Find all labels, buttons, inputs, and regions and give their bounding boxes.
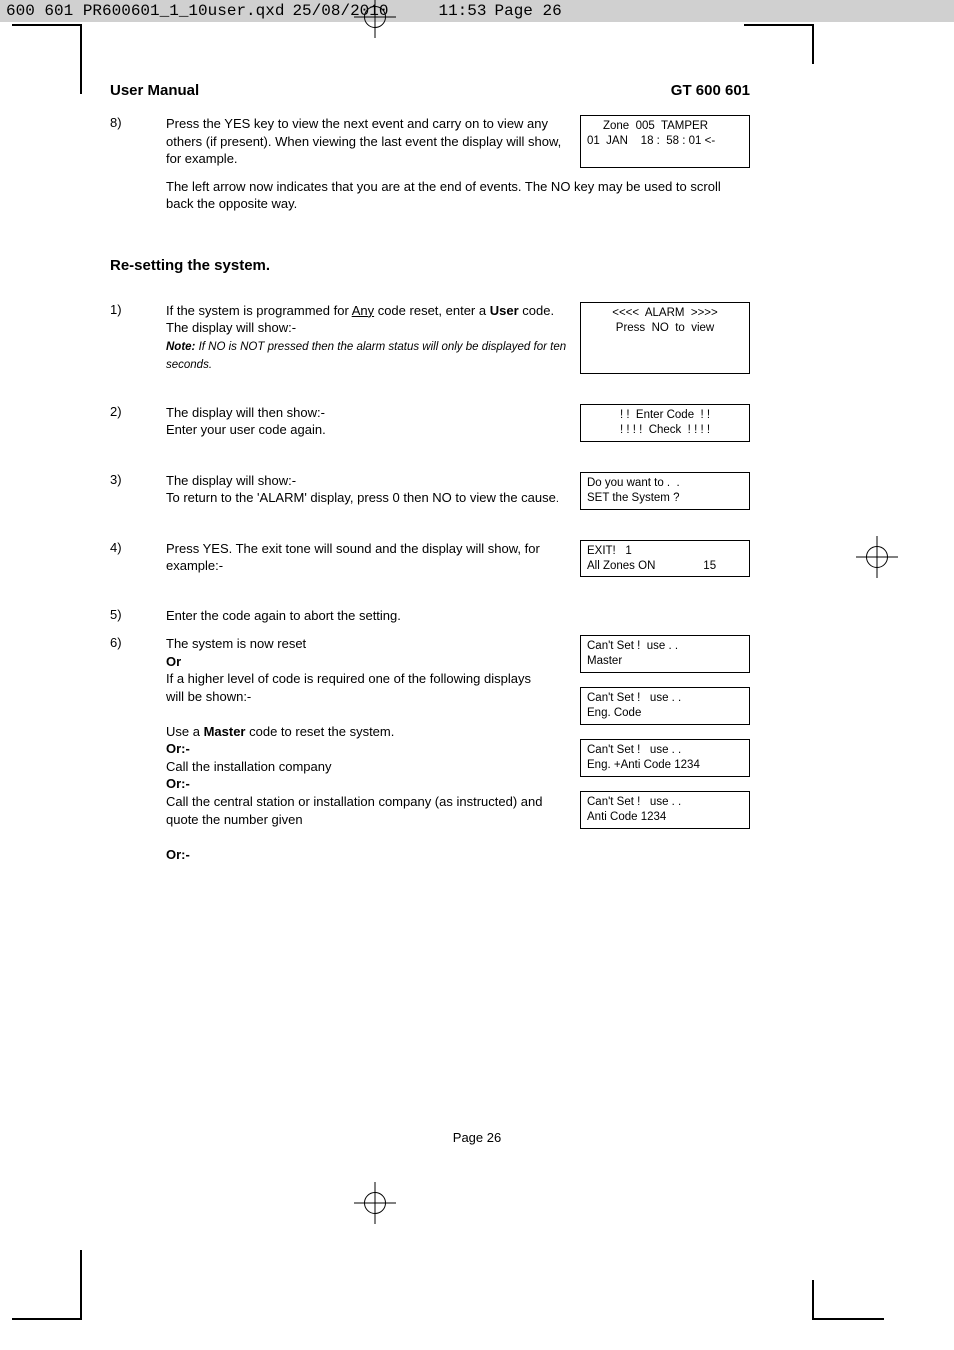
step8-para1: Press the YES key to view the next event…: [166, 116, 561, 166]
lcd-display: <<<< ALARM >>>> Press NO to view: [580, 302, 750, 374]
step-number: 2): [110, 404, 166, 442]
t: code reset, enter a: [374, 303, 490, 318]
step-3: 3) The display will show:- To return to …: [110, 472, 750, 510]
step-text: The system is now reset Or If a higher l…: [166, 635, 555, 863]
step-text: Press YES. The exit tone will sound and …: [166, 540, 580, 578]
t: Call the installation company: [166, 759, 331, 774]
lcd-display: ! ! Enter Code ! ! ! ! ! ! Check ! ! ! !: [580, 404, 750, 442]
crop-mark: [80, 24, 82, 94]
crop-mark: [744, 24, 814, 26]
step-text: If the system is programmed for Any code…: [166, 302, 580, 374]
or-label: Or:-: [166, 776, 190, 791]
slug-filename: 600 601 PR600601_1_10user.qxd: [6, 2, 284, 20]
header-right: GT 600 601: [671, 82, 750, 99]
step8-para2: The left arrow now indicates that you ar…: [166, 178, 750, 213]
step-number: 3): [110, 472, 166, 510]
slug-bar: 600 601 PR600601_1_10user.qxd 25/08/2010…: [0, 0, 954, 22]
lcd-display: Zone 005 TAMPER 01 JAN 18 : 58 : 01 <-: [580, 115, 750, 168]
note-text: If NO is NOT pressed then the alarm stat…: [166, 341, 566, 372]
step-number: 8): [110, 115, 166, 168]
t: The display will show:- To return to the…: [166, 473, 556, 506]
step-1: 1) If the system is programmed for Any c…: [110, 302, 750, 374]
crop-mark: [814, 1318, 884, 1320]
page-number: Page 26: [0, 1130, 954, 1145]
t: User: [490, 303, 519, 318]
t: If the system is programmed for: [166, 303, 352, 318]
page-content: User Manual GT 600 601 8) Press the YES …: [110, 82, 750, 863]
step-text: The display will then show:- Enter your …: [166, 404, 580, 442]
registration-mark-icon: [860, 540, 894, 574]
slug-page: Page 26: [494, 2, 561, 20]
or-label: Or: [166, 654, 181, 669]
registration-mark-icon: [358, 1186, 392, 1220]
or-label: Or:-: [166, 741, 190, 756]
step-number: 4): [110, 540, 166, 578]
slug-crosshair-inline: [396, 2, 430, 20]
step-text: Enter the code again to abort the settin…: [166, 607, 565, 625]
registration-mark-icon: [358, 0, 392, 34]
step-2: 2) The display will then show:- Enter yo…: [110, 404, 750, 442]
crop-mark: [80, 1250, 82, 1320]
t: Master: [204, 724, 246, 739]
slug-time: 11:53: [438, 2, 486, 20]
crop-mark: [812, 1280, 814, 1320]
crop-mark: [12, 24, 82, 26]
step-6: 6) The system is now reset Or If a highe…: [110, 635, 750, 863]
t: If a higher level of code is required on…: [166, 671, 531, 704]
step-4: 4) Press YES. The exit tone will sound a…: [110, 540, 750, 578]
lcd-display: Can't Set ! use . . Master: [580, 635, 750, 673]
lcd-display: Can't Set ! use . . Anti Code 1234: [580, 791, 750, 829]
t: Any: [352, 303, 374, 318]
step-number: 1): [110, 302, 166, 374]
note: Note: If NO is NOT pressed then the alar…: [166, 341, 566, 372]
page-header: User Manual GT 600 601: [110, 82, 750, 99]
step-text: Press the YES key to view the next event…: [166, 115, 580, 168]
step-number: 6): [110, 635, 166, 863]
lcd-column: Can't Set ! use . . Master Can't Set ! u…: [565, 635, 750, 863]
t: code to reset the system.: [246, 724, 395, 739]
lcd-display: Can't Set ! use . . Eng. +Anti Code 1234: [580, 739, 750, 777]
header-left: User Manual: [110, 82, 199, 99]
step-8: 8) Press the YES key to view the next ev…: [110, 115, 750, 168]
section-title: Re-setting the system.: [110, 257, 750, 274]
crop-mark: [12, 1318, 82, 1320]
step-text: The display will show:- To return to the…: [166, 472, 580, 510]
t: Use a: [166, 724, 204, 739]
step-number: 5): [110, 607, 166, 625]
lcd-display: Do you want to . . SET the System ?: [580, 472, 750, 510]
step-5: 5) Enter the code again to abort the set…: [110, 607, 750, 625]
crop-mark: [812, 24, 814, 64]
lcd-display: EXIT! 1 All Zones ON 15: [580, 540, 750, 578]
or-label: Or:-: [166, 847, 190, 862]
t: The system is now reset: [166, 636, 306, 651]
t: Call the central station or installation…: [166, 794, 542, 827]
lcd-display: Can't Set ! use . . Eng. Code: [580, 687, 750, 725]
